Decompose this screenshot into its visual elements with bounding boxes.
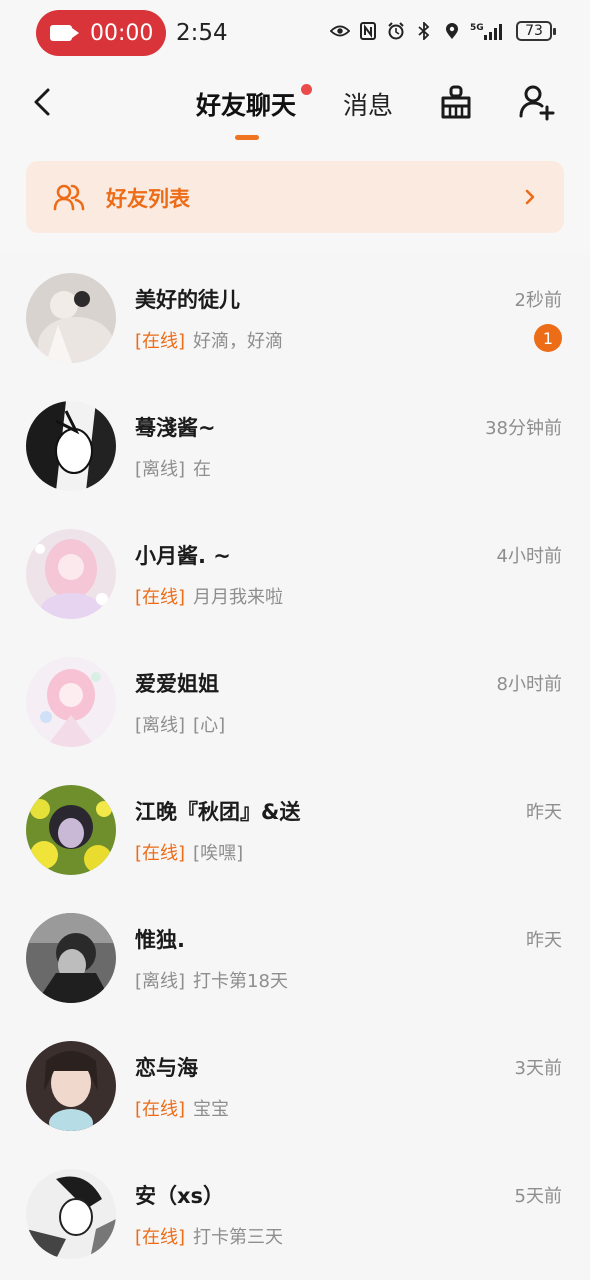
chat-list: 美好的徒儿 2秒前 [在线] 好滴，好滴 1 蓦淺酱~ 38分钟前 [离线] 在 小… — [0, 254, 590, 1278]
status-bar: 00:00 2:54 5G 73 — [0, 0, 590, 68]
unread-badge: 1 — [534, 324, 562, 352]
nfc-icon — [358, 20, 378, 42]
location-icon — [442, 20, 462, 42]
battery-indicator: 73 — [516, 21, 556, 41]
message-preview: [离线] 打卡第18天 — [135, 967, 288, 993]
avatar[interactable] — [26, 401, 116, 491]
eye-icon — [330, 20, 350, 42]
message-time: 昨天 — [526, 802, 562, 823]
contact-name: 恋与海 — [135, 1056, 198, 1080]
friend-list-label: 好友列表 — [106, 187, 190, 211]
avatar[interactable] — [26, 1169, 116, 1259]
chat-row[interactable]: 惟独. 昨天 [离线] 打卡第18天 — [0, 894, 590, 1022]
message-time: 8小时前 — [496, 674, 562, 695]
back-button[interactable] — [24, 84, 60, 120]
last-message: [心] — [193, 715, 226, 736]
contact-name: 惟独. — [135, 928, 185, 952]
video-camera-icon — [50, 25, 79, 41]
message-preview: [在线] 好滴，好滴 — [135, 327, 283, 353]
tab-notification-dot — [301, 84, 312, 95]
contact-name: 蓦淺酱~ — [135, 416, 216, 440]
bluetooth-icon — [414, 20, 434, 42]
top-navigation: 好友聊天 消息 — [0, 68, 590, 150]
svg-text:5G: 5G — [470, 23, 484, 33]
friend-list-banner[interactable]: 好友列表 — [26, 161, 564, 233]
message-time: 4小时前 — [496, 546, 562, 567]
contact-name: 爱爱姐姐 — [135, 672, 219, 696]
message-preview: [离线] [心] — [135, 711, 225, 737]
chat-row[interactable]: 恋与海 3天前 [在线] 宝宝 — [0, 1022, 590, 1150]
message-preview: [在线] 月月我来啦 — [135, 583, 283, 609]
avatar[interactable] — [26, 1041, 116, 1131]
message-time: 38分钟前 — [485, 418, 562, 439]
last-message: 在 — [193, 459, 212, 480]
friend-list-banner-area: 好友列表 — [0, 150, 590, 254]
last-message: 宝宝 — [193, 1099, 230, 1120]
message-time: 5天前 — [514, 1186, 562, 1207]
chat-row[interactable]: 安（xs） 5天前 [在线] 打卡第三天 — [0, 1150, 590, 1278]
chat-row[interactable]: 小月酱. ~ 4小时前 [在线] 月月我来啦 — [0, 510, 590, 638]
message-preview: [在线] 打卡第三天 — [135, 1223, 283, 1249]
chevron-left-icon — [34, 88, 50, 116]
online-status: [在线] — [135, 1099, 186, 1120]
signal-5g-icon: 5G — [470, 20, 504, 42]
tab-friend-chat[interactable]: 好友聊天 — [196, 86, 296, 122]
avatar[interactable] — [26, 657, 116, 747]
chat-row[interactable]: 美好的徒儿 2秒前 [在线] 好滴，好滴 1 — [0, 254, 590, 382]
add-user-icon — [519, 85, 555, 121]
online-status: [在线] — [135, 587, 186, 608]
tab-messages[interactable]: 消息 — [343, 86, 393, 122]
message-preview: [离线] 在 — [135, 455, 211, 481]
last-message: [唉嘿] — [193, 843, 244, 864]
contact-name: 美好的徒儿 — [135, 288, 240, 312]
add-friend-button[interactable] — [517, 82, 557, 122]
chat-row[interactable]: 江晚『秋团』&送 昨天 [在线] [唉嘿] — [0, 766, 590, 894]
contact-name: 江晚『秋团』&送 — [135, 800, 301, 824]
chat-row[interactable]: 蓦淺酱~ 38分钟前 [离线] 在 — [0, 382, 590, 510]
broom-icon — [441, 85, 471, 119]
chat-row[interactable]: 爱爱姐姐 8小时前 [离线] [心] — [0, 638, 590, 766]
message-time: 2秒前 — [514, 290, 562, 311]
last-message: 月月我来啦 — [193, 587, 284, 608]
battery-level: 73 — [525, 23, 543, 39]
message-preview: [在线] [唉嘿] — [135, 839, 243, 865]
avatar[interactable] — [26, 529, 116, 619]
avatar[interactable] — [26, 273, 116, 363]
last-message: 好滴，好滴 — [193, 331, 284, 352]
friends-icon — [53, 184, 85, 211]
online-status: [在线] — [135, 843, 186, 864]
message-time: 3天前 — [514, 1058, 562, 1079]
contact-name: 小月酱. ~ — [135, 544, 231, 568]
message-time: 昨天 — [526, 930, 562, 951]
offline-status: [离线] — [135, 971, 186, 992]
recording-time: 00:00 — [90, 20, 154, 46]
system-status-icons: 5G 73 — [330, 20, 556, 42]
screen-recording-pill[interactable]: 00:00 — [36, 10, 166, 56]
last-message: 打卡第18天 — [193, 971, 288, 992]
offline-status: [离线] — [135, 459, 186, 480]
contact-name: 安（xs） — [135, 1184, 225, 1208]
clock: 2:54 — [176, 20, 228, 46]
online-status: [在线] — [135, 331, 186, 352]
clean-broom-button[interactable] — [436, 82, 476, 122]
online-status: [在线] — [135, 1227, 186, 1248]
offline-status: [离线] — [135, 715, 186, 736]
last-message: 打卡第三天 — [193, 1227, 284, 1248]
active-tab-indicator — [235, 135, 259, 140]
avatar[interactable] — [26, 785, 116, 875]
message-preview: [在线] 宝宝 — [135, 1095, 229, 1121]
chevron-right-icon — [525, 189, 535, 205]
alarm-icon — [386, 20, 406, 42]
avatar[interactable] — [26, 913, 116, 1003]
